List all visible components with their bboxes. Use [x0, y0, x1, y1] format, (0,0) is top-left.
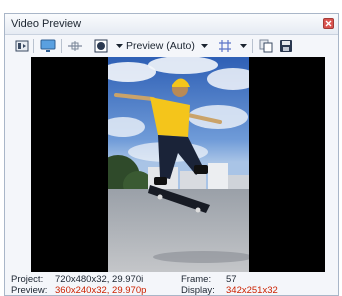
copy-snapshot-button[interactable]	[258, 38, 274, 54]
frame-value: 57	[226, 274, 237, 285]
frame-label: Frame:	[181, 274, 212, 285]
monitor-icon	[40, 39, 56, 52]
window-title: Video Preview	[11, 18, 82, 30]
chevron-down-icon	[115, 43, 123, 48]
project-label: Project:	[11, 274, 44, 285]
preview-quality-dropdown[interactable]: Preview (Auto)	[126, 40, 195, 52]
video-preview-window: Video Preview Preview (Auto) Project: 72…	[4, 13, 339, 296]
chevron-down-icon	[200, 43, 208, 48]
grid-button[interactable]	[217, 38, 233, 54]
copy-icon	[259, 39, 273, 53]
split-screen-icon	[68, 41, 82, 51]
save-icon	[280, 40, 292, 52]
overlay-icon	[94, 39, 108, 53]
video-frame	[108, 57, 249, 272]
project-value: 720x480x32, 29.970i	[55, 274, 144, 285]
display-label: Display:	[181, 285, 215, 296]
grid-dropdown-arrow[interactable]	[239, 38, 247, 54]
grid-icon	[219, 40, 231, 52]
properties-icon	[15, 40, 29, 52]
quality-dropdown-arrow[interactable]	[115, 38, 123, 54]
title-bar: Video Preview	[5, 14, 338, 35]
split-screen-button[interactable]	[67, 38, 83, 54]
video-properties-button[interactable]	[15, 38, 29, 54]
save-snapshot-button[interactable]	[278, 38, 294, 54]
close-button[interactable]	[323, 18, 334, 29]
preview-quality-arrow[interactable]	[200, 38, 208, 54]
external-monitor-button[interactable]	[40, 38, 56, 54]
display-value: 342x251x32	[226, 285, 278, 296]
chevron-down-icon	[239, 43, 247, 48]
toolbar: Preview (Auto)	[5, 35, 338, 57]
preview-value: 360x240x32, 29.970p	[55, 285, 147, 296]
overlays-button[interactable]	[93, 38, 109, 54]
preview-label: Preview:	[11, 285, 48, 296]
skateboarder-frame-image	[108, 57, 249, 272]
close-icon	[325, 20, 332, 27]
video-viewport[interactable]	[31, 57, 325, 272]
